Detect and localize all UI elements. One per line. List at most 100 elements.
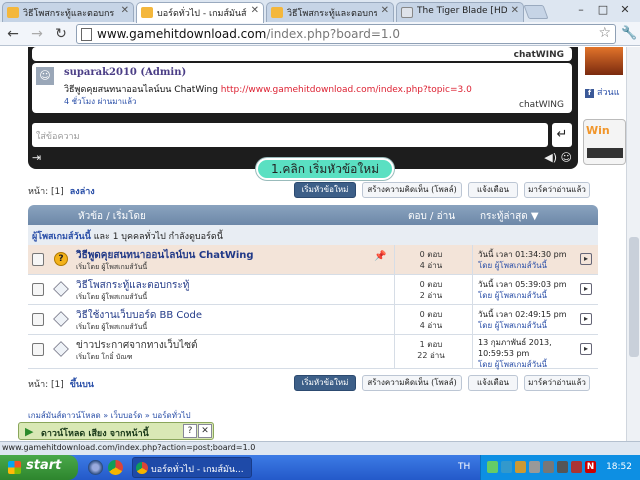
column-divider xyxy=(472,335,473,368)
viewer-user-link[interactable]: ผู้โพสเกมส์วันนี้ xyxy=(32,232,91,242)
create-poll-button[interactable]: สร้างความคิดเห็น (โพลล์) xyxy=(362,375,462,391)
sidebar-image[interactable] xyxy=(585,47,623,75)
page-icon xyxy=(401,7,413,18)
maximize-button[interactable]: □ xyxy=(592,3,614,18)
tray-n-icon[interactable]: N xyxy=(585,461,596,473)
last-post-info: วันนี้ เวลา 01:34:30 pm โดย ผู้โพสเกมส์วั… xyxy=(478,249,566,271)
column-divider xyxy=(472,245,473,274)
close-window-button[interactable]: ✕ xyxy=(614,3,636,18)
create-poll-button[interactable]: สร้างความคิดเห็น (โพลล์) xyxy=(362,182,462,198)
column-header-replies[interactable]: ตอบ / อ่าน xyxy=(408,209,455,224)
last-post-date: วันนี้ เวลา 02:49:15 pm xyxy=(478,310,567,319)
chat-timestamp: 4 ชั่วโมง ผ่านมาแล้ว xyxy=(64,97,137,106)
table-row[interactable]: วิธีโพสกระทู้และตอบกระทู้ เริ่มโดย ผู้โพ… xyxy=(28,275,598,305)
wrench-menu-icon[interactable]: 🔧 xyxy=(621,26,637,41)
reload-button[interactable]: ↻ xyxy=(52,25,70,43)
topic-author: เริ่มโดย ผู้โพสเกมส์วันนี้ xyxy=(76,323,148,331)
new-tab-button[interactable] xyxy=(523,5,549,19)
tray-app-icon[interactable] xyxy=(543,461,554,473)
new-topic-button[interactable]: เริ่มหัวข้อใหม่ xyxy=(294,182,356,198)
jump-up-link[interactable]: ขึ้นบน xyxy=(70,380,94,390)
tab-howto-post-1[interactable]: วิธีโพสกระทู้และตอบกร ✕ xyxy=(2,2,134,22)
jump-down-link[interactable]: ลงล่าง xyxy=(70,187,95,197)
instruction-callout: 1.คลิก เริ่มหัวข้อใหม่ xyxy=(256,158,394,180)
scrollbar-thumb[interactable] xyxy=(629,237,639,357)
table-row[interactable]: วิธีใช้งานเว็บบอร์ด BB Code เริ่มโดย ผู้… xyxy=(28,305,598,335)
go-to-last-post-icon[interactable]: ▸ xyxy=(580,283,592,295)
tab-tiger-blade[interactable]: The Tiger Blade [HD] ✕ xyxy=(396,2,524,22)
topic-status-icon xyxy=(32,283,44,296)
chat-send-button[interactable]: ↵ xyxy=(552,123,572,147)
chat-sound-emoji-icons[interactable]: ◀) ☺ xyxy=(544,151,572,164)
chat-exit-icon[interactable]: ⇥ xyxy=(32,151,41,164)
mark-read-button[interactable]: มาร์คว่าอ่านแล้ว xyxy=(524,375,590,391)
chat-input[interactable]: ใส่ข้อความ xyxy=(32,123,548,147)
column-divider xyxy=(394,245,395,274)
go-to-last-post-icon[interactable]: ▸ xyxy=(580,253,592,265)
breadcrumb[interactable]: เกมส์มันส์ดาวน์โหลด » เว็บบอร์ด » บอร์ดท… xyxy=(28,409,191,422)
tray-app-icon[interactable] xyxy=(571,461,582,473)
chrome-quicklaunch-icon[interactable] xyxy=(108,460,123,475)
bookmark-star-icon[interactable]: ☆ xyxy=(598,25,611,41)
tray-app-icon[interactable] xyxy=(501,461,512,473)
topic-title-link[interactable]: วิธีพูดคุยสนทนาออนไลน์บน ChatWing xyxy=(76,248,254,263)
ie-quicklaunch-icon[interactable] xyxy=(88,460,103,475)
tab-close-icon[interactable]: ✕ xyxy=(381,5,389,16)
new-topic-button[interactable]: เริ่มหัวข้อใหม่ xyxy=(294,375,356,391)
tray-app-icon[interactable] xyxy=(529,461,540,473)
close-icon[interactable]: ✕ xyxy=(198,424,212,438)
right-sidebar: f ส่วนแ Win xyxy=(583,47,626,187)
topic-title-link[interactable]: วิธีโพสกระทู้และตอบกระทู้ xyxy=(76,278,189,293)
tab-howto-post-2[interactable]: วิธีโพสกระทู้และตอบกร ✕ xyxy=(266,2,394,22)
chat-link[interactable]: http://www.gamehitdownload.com/index.php… xyxy=(221,85,472,95)
tab-close-icon[interactable]: ✕ xyxy=(511,5,519,16)
page-icon xyxy=(81,28,92,41)
table-row[interactable]: ? วิธีพูดคุยสนทนาออนไลน์บน ChatWing เริ่… xyxy=(28,245,598,275)
tab-general-board[interactable]: บอร์ดทั่วไป - เกมส์มันส์ ✕ xyxy=(136,2,264,23)
taskbar-item-chrome[interactable]: บอร์ดทั่วไป - เกมส์มัน... xyxy=(132,457,252,478)
go-to-last-post-icon[interactable]: ▸ xyxy=(580,343,592,355)
help-icon[interactable]: ? xyxy=(183,424,197,438)
tray-volume-icon[interactable] xyxy=(557,461,568,473)
minimize-button[interactable]: – xyxy=(570,3,592,18)
topic-author: เริ่มโดย โกอิ๋ บัณฑ xyxy=(76,353,133,361)
chatwing-box: chatWING ☺ suparak2010 (Admin) วิธีพูดคุ… xyxy=(28,47,578,169)
last-post-by[interactable]: โดย ผู้โพสเกมส์วันนี้ xyxy=(478,260,566,271)
sidebar-facebook-link[interactable]: f ส่วนแ xyxy=(585,85,620,99)
tab-close-icon[interactable]: ✕ xyxy=(251,5,259,16)
vertical-scrollbar[interactable] xyxy=(626,47,640,441)
last-post-date: วันนี้ เวลา 01:34:30 pm xyxy=(478,250,567,259)
last-post-by[interactable]: โดย ผู้โพสเกมส์วันนี้ xyxy=(478,290,566,301)
last-post-by[interactable]: โดย ผู้โพสเกมส์วันนี้ xyxy=(478,359,552,370)
topic-status-icon xyxy=(32,313,44,326)
tray-app-icon[interactable] xyxy=(515,461,526,473)
tray-network-icon[interactable] xyxy=(487,461,498,473)
last-post-by[interactable]: โดย ผู้โพสเกมส์วันนี้ xyxy=(478,320,566,331)
start-button[interactable]: start xyxy=(0,455,78,480)
notify-button[interactable]: แจ้งเตือน xyxy=(468,182,518,198)
url-text[interactable]: www.gamehitdownload.com/index.php?board=… xyxy=(97,27,400,41)
forward-button[interactable]: → xyxy=(28,25,46,43)
back-button[interactable]: ← xyxy=(4,25,22,43)
download-sound-label[interactable]: ดาวน์โหลด เสียง จากหน้านี้ xyxy=(41,426,149,440)
win-widget[interactable]: Win xyxy=(583,119,626,165)
chat-text: วิธีพูดคุยสนทนาออนไลน์บน ChatWing http:/… xyxy=(64,82,472,96)
chat-username[interactable]: suparak2010 (Admin) xyxy=(64,67,186,78)
tab-label: บอร์ดทั่วไป - เกมส์มันส์ xyxy=(157,9,247,19)
language-indicator[interactable]: TH xyxy=(458,462,470,472)
win-widget-player xyxy=(587,148,623,158)
table-row[interactable]: ข่าวประกาศจากทางเว็บไซต์ เริ่มโดย โกอิ๋ … xyxy=(28,335,598,369)
notify-button[interactable]: แจ้งเตือน xyxy=(468,375,518,391)
tab-close-icon[interactable]: ✕ xyxy=(121,5,129,16)
address-bar[interactable]: www.gamehitdownload.com/index.php?board=… xyxy=(76,24,616,44)
topic-title-link[interactable]: ข่าวประกาศจากทางเว็บไซต์ xyxy=(76,338,197,353)
go-to-last-post-icon[interactable]: ▸ xyxy=(580,313,592,325)
mark-read-button[interactable]: มาร์คว่าอ่านแล้ว xyxy=(524,182,590,198)
last-post-info: วันนี้ เวลา 05:39:03 pm โดย ผู้โพสเกมส์วั… xyxy=(478,279,566,301)
download-sound-bar[interactable]: ▶ ดาวน์โหลด เสียง จากหน้านี้ ? ✕ xyxy=(18,422,214,440)
column-header-last-post[interactable]: กระทู้ล่าสุด ▼ xyxy=(480,209,539,224)
topic-title-link[interactable]: วิธีใช้งานเว็บบอร์ด BB Code xyxy=(76,308,202,323)
windows-taskbar: start บอร์ดทั่วไป - เกมส์มัน... TH N 18:… xyxy=(0,455,640,480)
column-header-subject[interactable]: หัวข้อ / เริ่มโดย xyxy=(78,209,146,224)
reply-count: 0 ตอบ xyxy=(419,250,443,259)
